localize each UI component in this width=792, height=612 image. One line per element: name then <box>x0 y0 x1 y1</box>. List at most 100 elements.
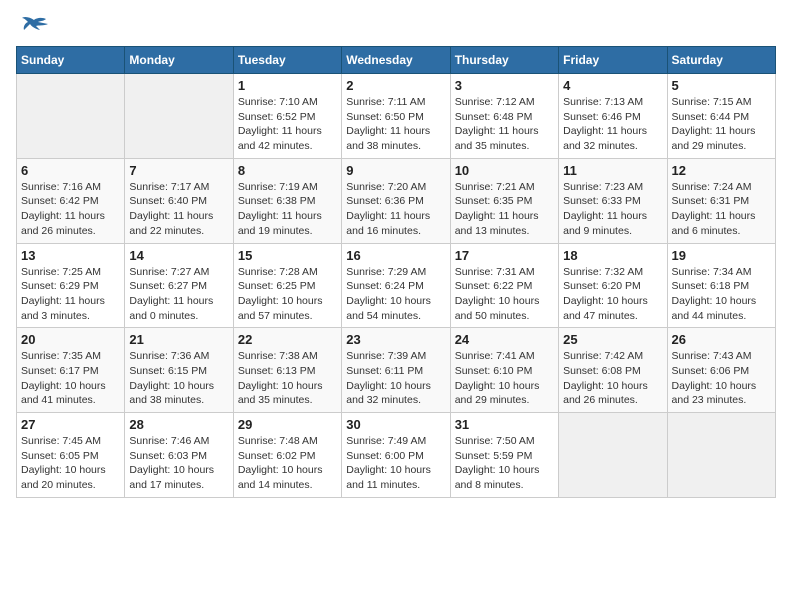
cell-content: 17 Sunrise: 7:31 AM Sunset: 6:22 PM Dayli… <box>455 248 554 324</box>
page-header <box>16 16 776 38</box>
day-info: Sunrise: 7:31 AM Sunset: 6:22 PM Dayligh… <box>455 265 554 324</box>
day-number: 8 <box>238 163 337 178</box>
cell-content: 12Sunrise: 7:24 AM Sunset: 6:31 PM Dayli… <box>672 163 771 239</box>
calendar-cell: 10 Sunrise: 7:21 AM Sunset: 6:35 PM Dayli… <box>450 158 558 243</box>
calendar-week-row: 13Sunrise: 7:25 AM Sunset: 6:29 PM Dayli… <box>17 243 776 328</box>
day-info: Sunrise: 7:45 AM Sunset: 6:05 PM Dayligh… <box>21 434 120 493</box>
day-number: 11 <box>563 163 662 178</box>
calendar-cell: 26Sunrise: 7:43 AM Sunset: 6:06 PM Dayli… <box>667 328 775 413</box>
cell-content: 20Sunrise: 7:35 AM Sunset: 6:17 PM Dayli… <box>21 332 120 408</box>
calendar-cell: 3Sunrise: 7:12 AM Sunset: 6:48 PM Daylig… <box>450 74 558 159</box>
day-info: Sunrise: 7:25 AM Sunset: 6:29 PM Dayligh… <box>21 265 120 324</box>
day-number: 29 <box>238 417 337 432</box>
day-info: Sunrise: 7:42 AM Sunset: 6:08 PM Dayligh… <box>563 349 662 408</box>
cell-content: 15Sunrise: 7:28 AM Sunset: 6:25 PM Dayli… <box>238 248 337 324</box>
cell-content: 1 Sunrise: 7:10 AM Sunset: 6:52 PM Daylig… <box>238 78 337 154</box>
day-number: 26 <box>672 332 771 347</box>
cell-content: 22 Sunrise: 7:38 AM Sunset: 6:13 PM Dayli… <box>238 332 337 408</box>
day-number: 25 <box>563 332 662 347</box>
cell-content: 24Sunrise: 7:41 AM Sunset: 6:10 PM Dayli… <box>455 332 554 408</box>
calendar-table: SundayMondayTuesdayWednesdayThursdayFrid… <box>16 46 776 498</box>
cell-content: 28 Sunrise: 7:46 AM Sunset: 6:03 PM Dayli… <box>129 417 228 493</box>
calendar-cell: 13Sunrise: 7:25 AM Sunset: 6:29 PM Dayli… <box>17 243 125 328</box>
column-header-tuesday: Tuesday <box>233 47 341 74</box>
cell-content: 16 Sunrise: 7:29 AM Sunset: 6:24 PM Dayli… <box>346 248 445 324</box>
calendar-cell: 25 Sunrise: 7:42 AM Sunset: 6:08 PM Dayli… <box>559 328 667 413</box>
day-info: Sunrise: 7:23 AM Sunset: 6:33 PM Dayligh… <box>563 180 662 239</box>
calendar-cell: 8 Sunrise: 7:19 AM Sunset: 6:38 PM Daylig… <box>233 158 341 243</box>
cell-content: 8 Sunrise: 7:19 AM Sunset: 6:38 PM Daylig… <box>238 163 337 239</box>
cell-content: 23Sunrise: 7:39 AM Sunset: 6:11 PM Dayli… <box>346 332 445 408</box>
column-header-thursday: Thursday <box>450 47 558 74</box>
day-info: Sunrise: 7:48 AM Sunset: 6:02 PM Dayligh… <box>238 434 337 493</box>
calendar-cell: 16 Sunrise: 7:29 AM Sunset: 6:24 PM Dayli… <box>342 243 450 328</box>
day-number: 28 <box>129 417 228 432</box>
day-info: Sunrise: 7:21 AM Sunset: 6:35 PM Dayligh… <box>455 180 554 239</box>
calendar-cell <box>667 413 775 498</box>
day-info: Sunrise: 7:35 AM Sunset: 6:17 PM Dayligh… <box>21 349 120 408</box>
cell-content: 4 Sunrise: 7:13 AM Sunset: 6:46 PM Daylig… <box>563 78 662 154</box>
calendar-header-row: SundayMondayTuesdayWednesdayThursdayFrid… <box>17 47 776 74</box>
day-number: 18 <box>563 248 662 263</box>
day-info: Sunrise: 7:24 AM Sunset: 6:31 PM Dayligh… <box>672 180 771 239</box>
day-info: Sunrise: 7:36 AM Sunset: 6:15 PM Dayligh… <box>129 349 228 408</box>
calendar-cell: 14 Sunrise: 7:27 AM Sunset: 6:27 PM Dayli… <box>125 243 233 328</box>
day-number: 30 <box>346 417 445 432</box>
day-info: Sunrise: 7:11 AM Sunset: 6:50 PM Dayligh… <box>346 95 445 154</box>
day-info: Sunrise: 7:13 AM Sunset: 6:46 PM Dayligh… <box>563 95 662 154</box>
day-info: Sunrise: 7:49 AM Sunset: 6:00 PM Dayligh… <box>346 434 445 493</box>
day-number: 22 <box>238 332 337 347</box>
day-info: Sunrise: 7:38 AM Sunset: 6:13 PM Dayligh… <box>238 349 337 408</box>
day-number: 14 <box>129 248 228 263</box>
calendar-week-row: 1 Sunrise: 7:10 AM Sunset: 6:52 PM Daylig… <box>17 74 776 159</box>
cell-content: 25 Sunrise: 7:42 AM Sunset: 6:08 PM Dayli… <box>563 332 662 408</box>
calendar-cell: 27Sunrise: 7:45 AM Sunset: 6:05 PM Dayli… <box>17 413 125 498</box>
calendar-week-row: 20Sunrise: 7:35 AM Sunset: 6:17 PM Dayli… <box>17 328 776 413</box>
day-info: Sunrise: 7:27 AM Sunset: 6:27 PM Dayligh… <box>129 265 228 324</box>
column-header-wednesday: Wednesday <box>342 47 450 74</box>
calendar-cell: 18 Sunrise: 7:32 AM Sunset: 6:20 PM Dayli… <box>559 243 667 328</box>
day-info: Sunrise: 7:29 AM Sunset: 6:24 PM Dayligh… <box>346 265 445 324</box>
day-number: 2 <box>346 78 445 93</box>
day-number: 1 <box>238 78 337 93</box>
column-header-friday: Friday <box>559 47 667 74</box>
day-info: Sunrise: 7:19 AM Sunset: 6:38 PM Dayligh… <box>238 180 337 239</box>
day-number: 19 <box>672 248 771 263</box>
cell-content: 31Sunrise: 7:50 AM Sunset: 5:59 PM Dayli… <box>455 417 554 493</box>
cell-content: 27Sunrise: 7:45 AM Sunset: 6:05 PM Dayli… <box>21 417 120 493</box>
calendar-cell: 21Sunrise: 7:36 AM Sunset: 6:15 PM Dayli… <box>125 328 233 413</box>
day-info: Sunrise: 7:10 AM Sunset: 6:52 PM Dayligh… <box>238 95 337 154</box>
day-number: 23 <box>346 332 445 347</box>
calendar-cell <box>125 74 233 159</box>
cell-content: 21Sunrise: 7:36 AM Sunset: 6:15 PM Dayli… <box>129 332 228 408</box>
day-number: 7 <box>129 163 228 178</box>
logo <box>16 16 48 38</box>
day-number: 17 <box>455 248 554 263</box>
day-info: Sunrise: 7:15 AM Sunset: 6:44 PM Dayligh… <box>672 95 771 154</box>
calendar-cell: 19 Sunrise: 7:34 AM Sunset: 6:18 PM Dayli… <box>667 243 775 328</box>
day-info: Sunrise: 7:46 AM Sunset: 6:03 PM Dayligh… <box>129 434 228 493</box>
calendar-cell: 1 Sunrise: 7:10 AM Sunset: 6:52 PM Daylig… <box>233 74 341 159</box>
calendar-cell: 6Sunrise: 7:16 AM Sunset: 6:42 PM Daylig… <box>17 158 125 243</box>
calendar-cell: 22 Sunrise: 7:38 AM Sunset: 6:13 PM Dayli… <box>233 328 341 413</box>
calendar-cell: 15Sunrise: 7:28 AM Sunset: 6:25 PM Dayli… <box>233 243 341 328</box>
day-number: 15 <box>238 248 337 263</box>
cell-content: 2 Sunrise: 7:11 AM Sunset: 6:50 PM Daylig… <box>346 78 445 154</box>
day-number: 4 <box>563 78 662 93</box>
cell-content: 14 Sunrise: 7:27 AM Sunset: 6:27 PM Dayli… <box>129 248 228 324</box>
day-number: 16 <box>346 248 445 263</box>
cell-content: 6Sunrise: 7:16 AM Sunset: 6:42 PM Daylig… <box>21 163 120 239</box>
day-info: Sunrise: 7:17 AM Sunset: 6:40 PM Dayligh… <box>129 180 228 239</box>
calendar-cell: 9Sunrise: 7:20 AM Sunset: 6:36 PM Daylig… <box>342 158 450 243</box>
calendar-cell <box>17 74 125 159</box>
cell-content: 19 Sunrise: 7:34 AM Sunset: 6:18 PM Dayli… <box>672 248 771 324</box>
calendar-cell: 2 Sunrise: 7:11 AM Sunset: 6:50 PM Daylig… <box>342 74 450 159</box>
column-header-monday: Monday <box>125 47 233 74</box>
day-info: Sunrise: 7:32 AM Sunset: 6:20 PM Dayligh… <box>563 265 662 324</box>
calendar-cell: 17 Sunrise: 7:31 AM Sunset: 6:22 PM Dayli… <box>450 243 558 328</box>
calendar-week-row: 27Sunrise: 7:45 AM Sunset: 6:05 PM Dayli… <box>17 413 776 498</box>
calendar-cell: 23Sunrise: 7:39 AM Sunset: 6:11 PM Dayli… <box>342 328 450 413</box>
cell-content: 10 Sunrise: 7:21 AM Sunset: 6:35 PM Dayli… <box>455 163 554 239</box>
day-info: Sunrise: 7:34 AM Sunset: 6:18 PM Dayligh… <box>672 265 771 324</box>
day-number: 10 <box>455 163 554 178</box>
